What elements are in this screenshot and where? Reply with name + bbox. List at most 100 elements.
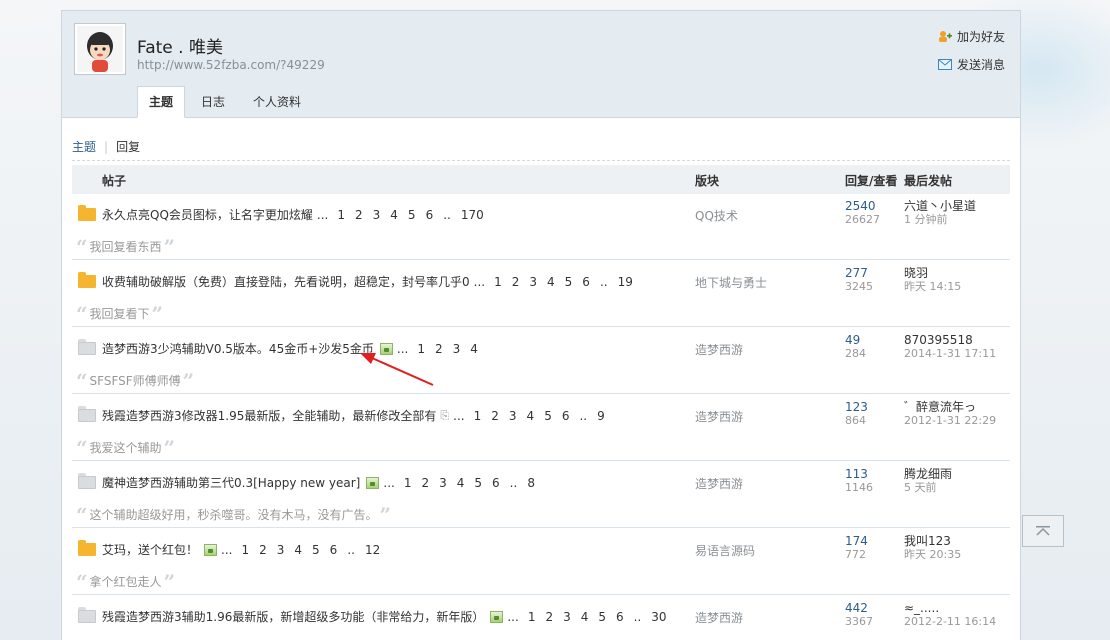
- page-link[interactable]: 4: [470, 342, 478, 356]
- page-link[interactable]: 4: [547, 275, 555, 289]
- page-link[interactable]: 30: [651, 610, 666, 624]
- tab-blog[interactable]: 日志: [189, 86, 237, 118]
- page-link[interactable]: 8: [527, 476, 535, 490]
- page-link[interactable]: 4: [581, 610, 589, 624]
- user-url[interactable]: http://www.52fzba.com/?49229: [137, 58, 325, 72]
- table-row[interactable]: 造梦西游3少鸿辅助V0.5版本。45金币+沙发5金币... 1 2 3 4 造梦西游 49 2…: [72, 328, 1010, 394]
- page-link[interactable]: 9: [597, 409, 605, 423]
- forum-link[interactable]: 地下城与勇士: [695, 274, 767, 291]
- thread-title[interactable]: 残霞造梦西游3修改器1.95最新版，全能辅助，最新修改全部有: [102, 407, 436, 424]
- reply-quote-text[interactable]: 我爱这个辅助: [90, 439, 162, 456]
- forum-link[interactable]: 易语言源码: [695, 542, 755, 559]
- table-row[interactable]: 残霞造梦西游3修改器1.95最新版，全能辅助，最新修改全部有 ⎘... 1 2 3 4 5 6…: [72, 395, 1010, 461]
- page-link[interactable]: 6: [330, 543, 338, 557]
- page-link[interactable]: 1: [417, 342, 425, 356]
- thread-title[interactable]: 残霞造梦西游3辅助1.96最新版，新增超级多功能（非常给力，新年版）: [102, 608, 484, 625]
- last-post-time[interactable]: 2012-2-11 16:14: [904, 615, 996, 629]
- page-link[interactable]: 6: [426, 208, 434, 222]
- page-link[interactable]: 1: [337, 208, 345, 222]
- page-link[interactable]: 4: [457, 476, 465, 490]
- reply-quote-text[interactable]: 我回复看东西: [90, 238, 162, 255]
- page-link[interactable]: 2: [491, 409, 499, 423]
- subnav-topics-link[interactable]: 主题: [72, 138, 96, 155]
- thread-title[interactable]: 造梦西游3少鸿辅助V0.5版本。45金币+沙发5金币: [102, 340, 374, 357]
- reply-quote-text[interactable]: 我回复看下: [90, 305, 150, 322]
- forum-link[interactable]: QQ技术: [695, 207, 738, 224]
- table-row[interactable]: 魔神造梦西游辅助第三代0.3[Happy new year]... 1 2 3 4 5 6.…: [72, 462, 1010, 528]
- page-link[interactable]: 170: [461, 208, 484, 222]
- scroll-top-button[interactable]: [1022, 515, 1064, 547]
- last-post-user[interactable]: ゛醉意流年っ: [904, 400, 996, 414]
- page-link[interactable]: 1: [474, 409, 482, 423]
- last-post-time[interactable]: 2012-1-31 22:29: [904, 414, 996, 428]
- page-link[interactable]: 4: [527, 409, 535, 423]
- thread-title[interactable]: 永久点亮QQ会员图标，让名字更加炫耀: [102, 206, 313, 223]
- forum-link[interactable]: 造梦西游: [695, 408, 743, 425]
- last-post-user[interactable]: 六道丶小星道: [904, 199, 976, 213]
- page-link[interactable]: 3: [453, 342, 461, 356]
- reply-count[interactable]: 277: [845, 266, 873, 280]
- page-link[interactable]: 4: [294, 543, 302, 557]
- last-post-time[interactable]: 昨天 14:15: [904, 280, 961, 294]
- page-link[interactable]: 19: [618, 275, 633, 289]
- last-post-user[interactable]: 腾龙细雨: [904, 467, 952, 481]
- page-link[interactable]: 2: [512, 275, 520, 289]
- page-link[interactable]: 3: [373, 208, 381, 222]
- page-link[interactable]: 5: [312, 543, 320, 557]
- reply-count[interactable]: 442: [845, 601, 873, 615]
- page-link[interactable]: 2: [259, 543, 267, 557]
- thread-title[interactable]: 艾玛，送个红包！: [102, 541, 198, 558]
- last-post-user[interactable]: 我叫123: [904, 534, 961, 548]
- page-link[interactable]: 3: [529, 275, 537, 289]
- page-link[interactable]: 6: [582, 275, 590, 289]
- reply-count[interactable]: 113: [845, 467, 873, 481]
- page-link[interactable]: 1: [528, 610, 536, 624]
- table-row[interactable]: 残霞造梦西游3辅助1.96最新版，新增超级多功能（非常给力，新年版）... 1 2 3…: [72, 596, 1010, 640]
- reply-count[interactable]: 2540: [845, 199, 880, 213]
- forum-link[interactable]: 造梦西游: [695, 341, 743, 358]
- page-link[interactable]: 2: [435, 342, 443, 356]
- page-link[interactable]: 6: [616, 610, 624, 624]
- page-link[interactable]: 3: [563, 610, 571, 624]
- thread-title[interactable]: 魔神造梦西游辅助第三代0.3[Happy new year]: [102, 474, 360, 491]
- table-row[interactable]: 收费辅助破解版（免费）直接登陆，先看说明，超稳定，封号率几乎0... 1 2 3 4 5 6…: [72, 261, 1010, 327]
- page-link[interactable]: 6: [492, 476, 500, 490]
- page-link[interactable]: 1: [494, 275, 502, 289]
- page-link[interactable]: 1: [241, 543, 249, 557]
- page-link[interactable]: 5: [544, 409, 552, 423]
- page-link[interactable]: 6: [562, 409, 570, 423]
- page-link[interactable]: 5: [565, 275, 573, 289]
- last-post-time[interactable]: 5 天前: [904, 481, 952, 495]
- page-link[interactable]: 1: [404, 476, 412, 490]
- avatar[interactable]: [74, 23, 126, 75]
- reply-count[interactable]: 123: [845, 400, 868, 414]
- page-link[interactable]: 2: [421, 476, 429, 490]
- thread-title[interactable]: 收费辅助破解版（免费）直接登陆，先看说明，超稳定，封号率几乎0: [102, 273, 470, 290]
- reply-count[interactable]: 174: [845, 534, 868, 548]
- page-link[interactable]: 5: [598, 610, 606, 624]
- page-link[interactable]: 5: [474, 476, 482, 490]
- last-post-user[interactable]: 晓羽: [904, 266, 961, 280]
- reply-count[interactable]: 49: [845, 333, 866, 347]
- page-link[interactable]: 4: [390, 208, 398, 222]
- send-message-button[interactable]: 发送消息: [937, 56, 1005, 73]
- last-post-time[interactable]: 昨天 20:35: [904, 548, 961, 562]
- tab-topics[interactable]: 主题: [137, 86, 186, 118]
- forum-link[interactable]: 造梦西游: [695, 609, 743, 626]
- last-post-user[interactable]: 870395518: [904, 333, 996, 347]
- page-link[interactable]: 3: [509, 409, 517, 423]
- last-post-time[interactable]: 2014-1-31 17:11: [904, 347, 996, 361]
- forum-link[interactable]: 造梦西游: [695, 475, 743, 492]
- page-link[interactable]: 5: [408, 208, 416, 222]
- table-row[interactable]: 艾玛，送个红包！... 1 2 3 4 5 6.. 12 易语言源码 174 772 我叫123 昨天 …: [72, 529, 1010, 595]
- page-link[interactable]: 2: [355, 208, 363, 222]
- page-link[interactable]: 12: [365, 543, 380, 557]
- table-row[interactable]: 永久点亮QQ会员图标，让名字更加炫耀... 1 2 3 4 5 6.. 170 QQ技术 2540…: [72, 194, 1010, 260]
- page-link[interactable]: 3: [439, 476, 447, 490]
- subnav-replies-link[interactable]: 回复: [116, 138, 140, 155]
- last-post-time[interactable]: 1 分钟前: [904, 213, 976, 227]
- add-friend-button[interactable]: 加为好友: [938, 28, 1005, 45]
- page-link[interactable]: 3: [277, 543, 285, 557]
- reply-quote-text[interactable]: 这个辅助超级好用，秒杀噬哥。没有木马，没有广告。: [90, 506, 378, 523]
- tab-profile[interactable]: 个人资料: [241, 86, 313, 118]
